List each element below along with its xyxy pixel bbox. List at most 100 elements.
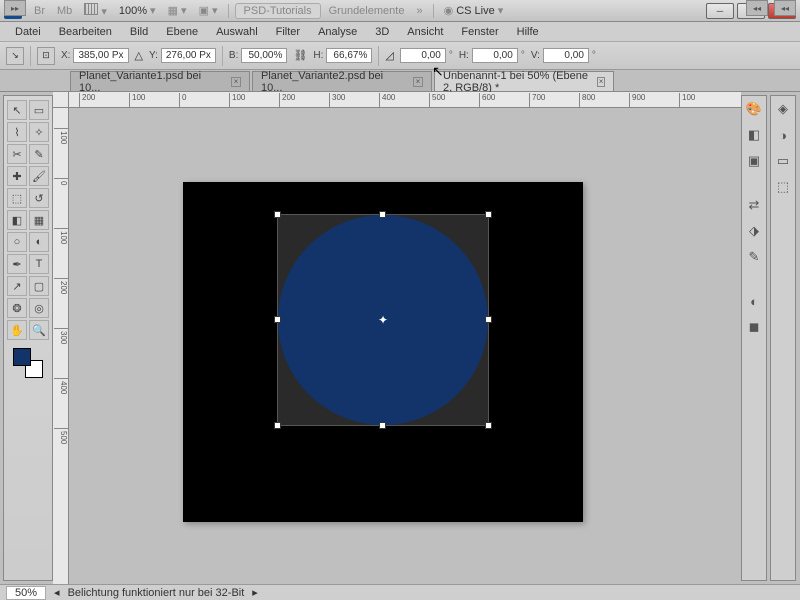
history-brush-tool[interactable]: ↺ — [29, 188, 49, 208]
eraser-tool[interactable]: ◧ — [7, 210, 27, 230]
eyedropper-tool[interactable]: ✎ — [29, 144, 49, 164]
right-panels: 🎨 ◧ ▣ ⇄ ⬗ ✎ ◐ ◼ ◈ ◑ ▭ ⬚ — [741, 95, 797, 581]
doc-tab-1[interactable]: Planet_Variante1.psd bei 10...× — [70, 71, 250, 91]
delta-icon[interactable]: △ — [135, 49, 143, 62]
screenmode-icon[interactable]: ▣ ▾ — [193, 2, 224, 19]
menu-fenster[interactable]: Fenster — [452, 24, 507, 40]
vskew-field[interactable]: 0,00 — [543, 48, 589, 63]
zoom-field[interactable]: 50% — [6, 586, 46, 600]
swatches-panel-icon[interactable]: ◧ — [745, 126, 763, 144]
collapse-left-icon[interactable]: ▸▸ — [4, 0, 26, 16]
layers-panel-icon[interactable]: ◐ — [745, 292, 763, 310]
status-prev-icon[interactable]: ◂ — [54, 586, 60, 599]
psd-tutorials-link[interactable]: PSD-Tutorials — [235, 3, 321, 19]
menu-hilfe[interactable]: Hilfe — [508, 24, 548, 40]
menu-ebene[interactable]: Ebene — [157, 24, 207, 40]
arrange-icon[interactable]: ▦ ▾ — [162, 2, 193, 19]
cslive-link[interactable]: ◉ CS Live ▾ — [438, 2, 510, 19]
document-canvas[interactable]: ✦ — [183, 182, 583, 522]
doc-tab-3[interactable]: Unbenannt-1 bei 50% (Ebene 2, RGB/8) *× — [434, 71, 614, 91]
handle-tr[interactable] — [485, 211, 492, 218]
link-icon[interactable]: ⛓ — [293, 49, 307, 62]
styles-panel-icon[interactable]: ▣ — [745, 152, 763, 170]
tool-preset-icon[interactable]: ↘ — [6, 47, 24, 65]
x-label: X: — [61, 50, 70, 61]
zoom-display[interactable]: 100% ▾ — [113, 2, 162, 19]
minibridge-link[interactable]: Mb — [51, 3, 78, 19]
hskew-label: H: — [459, 50, 469, 61]
ruler-origin[interactable] — [53, 92, 69, 108]
handle-ml[interactable] — [274, 316, 281, 323]
menu-analyse[interactable]: Analyse — [309, 24, 366, 40]
angle-field[interactable]: 0,00 — [400, 48, 446, 63]
blur-tool[interactable]: ○ — [7, 232, 27, 252]
gradient-tool[interactable]: ▦ — [29, 210, 49, 230]
more-icon[interactable]: » — [410, 3, 428, 19]
clone-panel-icon[interactable]: ⬚ — [774, 178, 792, 196]
brush-panel-icon[interactable]: ✎ — [745, 248, 763, 266]
close-icon[interactable]: × — [413, 77, 423, 87]
shape-tool[interactable]: ▢ — [29, 276, 49, 296]
close-icon[interactable]: × — [231, 77, 241, 87]
hskew-field[interactable]: 0,00 — [472, 48, 518, 63]
menu-ansicht[interactable]: Ansicht — [398, 24, 452, 40]
minimize-button[interactable]: ─ — [706, 3, 734, 19]
handle-bm[interactable] — [379, 422, 386, 429]
reference-point-icon[interactable]: ⊡ — [37, 47, 55, 65]
masks-panel-icon[interactable]: ⬗ — [745, 222, 763, 240]
3d-tool[interactable]: ❂ — [7, 298, 27, 318]
close-icon[interactable]: × — [597, 77, 605, 87]
ruler-vertical[interactable]: 1000100200300400500 — [53, 108, 69, 584]
handle-tm[interactable] — [379, 211, 386, 218]
ruler-horizontal[interactable]: 2001000100200300400500600700800900100 — [69, 92, 741, 108]
channels-panel-icon[interactable]: ◼ — [745, 318, 763, 336]
pen-tool[interactable]: ✒ — [7, 254, 27, 274]
heal-tool[interactable]: ✚ — [7, 166, 27, 186]
menu-bild[interactable]: Bild — [121, 24, 157, 40]
transform-bounds[interactable]: ✦ — [277, 214, 489, 426]
handle-bl[interactable] — [274, 422, 281, 429]
navigator-panel-icon[interactable]: ◈ — [774, 100, 792, 118]
doc-tab-2[interactable]: Planet_Variante2.psd bei 10...× — [252, 71, 432, 91]
grundelemente-link[interactable]: Grundelemente — [323, 3, 411, 19]
type-tool[interactable]: T — [29, 254, 49, 274]
y-field[interactable]: 276,00 Px — [161, 48, 216, 63]
x-field[interactable]: 385,00 Px — [73, 48, 128, 63]
panel-col-1: 🎨 ◧ ▣ ⇄ ⬗ ✎ ◐ ◼ — [741, 95, 767, 581]
filmstrip-icon[interactable]: ▾ — [78, 1, 113, 20]
bridge-link[interactable]: Br — [28, 3, 51, 19]
marquee-tool[interactable]: ▭ — [29, 100, 49, 120]
adjustments-panel-icon[interactable]: ⇄ — [745, 196, 763, 214]
histogram-panel-icon[interactable]: ◑ — [774, 126, 792, 144]
wand-tool[interactable]: ✧ — [29, 122, 49, 142]
brush-tool[interactable]: 🖌 — [29, 166, 49, 186]
handle-mr[interactable] — [485, 316, 492, 323]
handle-tl[interactable] — [274, 211, 281, 218]
crop-tool[interactable]: ✂ — [7, 144, 27, 164]
move-tool[interactable]: ↖ — [7, 100, 27, 120]
h-field[interactable]: 66,67% — [326, 48, 372, 63]
lasso-tool[interactable]: ⌇ — [7, 122, 27, 142]
menu-3d[interactable]: 3D — [366, 24, 398, 40]
status-next-icon[interactable]: ▸ — [252, 586, 258, 599]
options-bar: ↘ ⊡ X:385,00 Px △ Y:276,00 Px B:50,00% ⛓… — [0, 42, 800, 70]
hand-tool[interactable]: ✋ — [7, 320, 27, 340]
stamp-tool[interactable]: ⬚ — [7, 188, 27, 208]
menu-auswahl[interactable]: Auswahl — [207, 24, 267, 40]
handle-br[interactable] — [485, 422, 492, 429]
menu-filter[interactable]: Filter — [267, 24, 309, 40]
dodge-tool[interactable]: ◐ — [29, 232, 49, 252]
zoom-tool[interactable]: 🔍 — [29, 320, 49, 340]
collapse-right-1-icon[interactable]: ◂◂ — [746, 0, 768, 16]
center-point[interactable]: ✦ — [377, 314, 389, 326]
color-swatches[interactable] — [13, 348, 43, 378]
3d-camera-tool[interactable]: ◎ — [29, 298, 49, 318]
menu-datei[interactable]: Datei — [6, 24, 50, 40]
info-panel-icon[interactable]: ▭ — [774, 152, 792, 170]
collapse-right-2-icon[interactable]: ◂◂ — [774, 0, 796, 16]
menu-bearbeiten[interactable]: Bearbeiten — [50, 24, 121, 40]
color-panel-icon[interactable]: 🎨 — [745, 100, 763, 118]
w-field[interactable]: 50,00% — [241, 48, 287, 63]
path-tool[interactable]: ↗ — [7, 276, 27, 296]
fg-color-swatch[interactable] — [13, 348, 31, 366]
